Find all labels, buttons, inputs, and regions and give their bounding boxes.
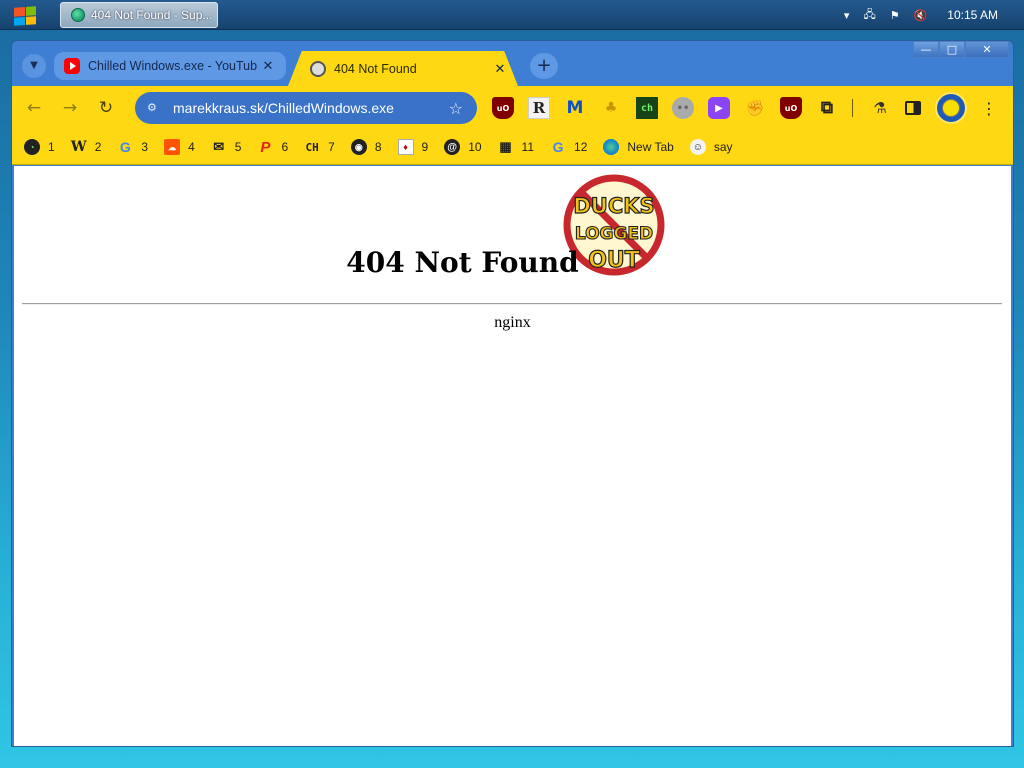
start-button[interactable]	[14, 6, 36, 26]
toolbar-separator	[852, 99, 853, 117]
site-info-icon[interactable]: ⚙	[147, 101, 163, 115]
bookmark-4[interactable]: ☁ 4	[164, 139, 195, 155]
fist-extension-icon[interactable]: ✊	[744, 97, 766, 119]
back-button[interactable]: ←	[20, 94, 48, 122]
bookmark-1[interactable]: ◔ 1	[24, 139, 55, 155]
browser-window: — □ ✕ ▼ Chilled Windows.exe - YouTub ✕ 4…	[11, 40, 1014, 747]
forward-button[interactable]: →	[56, 94, 84, 122]
bookmark-5[interactable]: ✉ 5	[211, 139, 242, 155]
bookmarks-bar: ◔ 1 W 2 G 3 ☁ 4 ✉ 5 P 6 CH 7 ◉ 8 ♦ 9 @ 1…	[12, 130, 1013, 165]
browser-icon	[71, 8, 85, 22]
bookmark-label: 3	[141, 140, 149, 154]
bookmark-label: 10	[468, 140, 482, 154]
tab-youtube[interactable]: Chilled Windows.exe - YouTub ✕	[54, 52, 286, 80]
twitch-extension-icon[interactable]: ▶	[708, 97, 730, 119]
toolbar: ← → ↻ ⚙ marekkraus.sk/ChilledWindows.exe…	[12, 86, 1013, 130]
bookmark-label: 11	[521, 140, 535, 154]
close-tab-icon[interactable]: ✕	[260, 58, 276, 74]
bookmark-label: 5	[234, 140, 242, 154]
chevron-up-icon[interactable]: ▾	[844, 9, 850, 22]
ch-extension-icon[interactable]: ch	[636, 97, 658, 119]
bookmark-label: 2	[94, 140, 102, 154]
page-title: 404 Not Found	[346, 246, 579, 279]
bookmark-say[interactable]: ☺ say	[689, 139, 733, 155]
p-icon: P	[260, 138, 271, 156]
bookmark-star-icon[interactable]: ☆	[449, 99, 463, 118]
reload-button[interactable]: ↻	[92, 94, 120, 122]
tab-strip: ▼ Chilled Windows.exe - YouTub ✕ 404 Not…	[12, 41, 1013, 86]
menu-icon[interactable]: ⋮	[981, 99, 997, 118]
speedometer-icon: ◔	[24, 139, 40, 155]
bookmark-label: 8	[374, 140, 382, 154]
youtube-icon	[64, 58, 80, 74]
face-extension-icon[interactable]: ••	[672, 97, 694, 119]
profile-avatar[interactable]	[935, 92, 967, 124]
bookmark-label: 7	[328, 140, 335, 154]
bookmark-10[interactable]: @ 10	[444, 139, 482, 155]
clock[interactable]: 10:15 AM	[947, 8, 998, 22]
logo-line-2: LOGGED	[575, 224, 653, 244]
tab-title: Chilled Windows.exe - YouTub	[88, 59, 258, 73]
address-bar[interactable]: ⚙ marekkraus.sk/ChilledWindows.exe ☆	[135, 92, 477, 124]
taskbar-browser-item[interactable]: 404 Not Found - Sup...	[60, 2, 218, 28]
page-content: DUCKS LOGGED OUT 404 Not Found nginx	[14, 166, 1011, 746]
tab-title: 404 Not Found	[334, 61, 417, 76]
google-icon: G	[552, 139, 564, 155]
face-icon: ☺	[689, 139, 706, 155]
ublock-icon[interactable]: uO	[492, 97, 514, 119]
new-tab-button[interactable]: +	[530, 53, 558, 79]
bookmark-new-tab[interactable]: New Tab	[603, 139, 674, 155]
bookmark-label: say	[713, 140, 733, 154]
side-panel-icon[interactable]	[905, 101, 921, 115]
extensions-puzzle-icon[interactable]: ⧉	[816, 97, 838, 119]
taskbar-item-label: 404 Not Found - Sup...	[91, 8, 213, 22]
bookmark-label: New Tab	[627, 140, 674, 154]
bookmark-12[interactable]: G 12	[550, 139, 588, 155]
tab-404[interactable]: 404 Not Found ✕	[288, 51, 518, 86]
mail-icon: ✉	[213, 139, 225, 154]
bookmark-label: 4	[188, 140, 195, 154]
bookmark-6[interactable]: P 6	[257, 138, 289, 156]
extensions-row: uO R M ♣ ch •• ▶ ✊ uO ⧉ ⚗ ⋮	[492, 86, 997, 130]
bookmark-9[interactable]: ♦ 9	[397, 139, 429, 155]
ublock-lite-icon[interactable]: uO	[780, 97, 802, 119]
soundcloud-icon: ☁	[164, 139, 181, 155]
globe-icon	[310, 60, 326, 77]
labs-flask-icon[interactable]: ⚗	[869, 97, 891, 119]
url-text[interactable]: marekkraus.sk/ChilledWindows.exe	[173, 100, 449, 116]
google-icon: G	[119, 139, 131, 155]
bookmark-2[interactable]: W 2	[71, 139, 102, 155]
tab-search-button[interactable]: ▼	[22, 54, 46, 78]
edge-icon	[603, 139, 620, 155]
github-icon: ◉	[350, 139, 367, 155]
r-extension-icon[interactable]: R	[528, 97, 550, 119]
bookmark-label: 1	[48, 140, 55, 154]
avatar-image	[942, 99, 960, 117]
close-tab-icon[interactable]: ✕	[492, 61, 508, 77]
bookmark-label: 9	[421, 140, 429, 154]
network-icon[interactable]: 🖧	[863, 6, 875, 25]
bookmark-label: 12	[574, 140, 588, 154]
building-icon: ▦	[499, 139, 512, 154]
card-icon: ♦	[397, 139, 414, 155]
system-tray: ▾ 🖧 ⚑ 🔇 10:15 AM	[844, 0, 1024, 30]
bookmark-8[interactable]: ◉ 8	[350, 139, 382, 155]
horizontal-rule	[22, 303, 1002, 305]
bookmark-11[interactable]: ▦ 11	[498, 139, 534, 155]
threads-icon: @	[444, 139, 461, 155]
server-name: nginx	[494, 314, 531, 331]
bookmark-7[interactable]: CH 7	[304, 139, 335, 155]
taskbar: 404 Not Found - Sup... ▾ 🖧 ⚑ 🔇 10:15 AM	[0, 0, 1024, 30]
bookmark-label: 6	[281, 140, 289, 154]
logo-line-1: DUCKS	[573, 194, 654, 218]
flag-icon[interactable]: ⚑	[890, 9, 900, 22]
volume-muted-icon[interactable]: 🔇	[914, 9, 928, 22]
duck-extension-icon[interactable]: ♣	[600, 97, 622, 119]
bookmark-3[interactable]: G 3	[117, 139, 148, 155]
ch-icon: CH	[305, 140, 319, 154]
malwarebytes-icon[interactable]: M	[564, 97, 586, 119]
wikipedia-icon: W	[70, 139, 87, 155]
